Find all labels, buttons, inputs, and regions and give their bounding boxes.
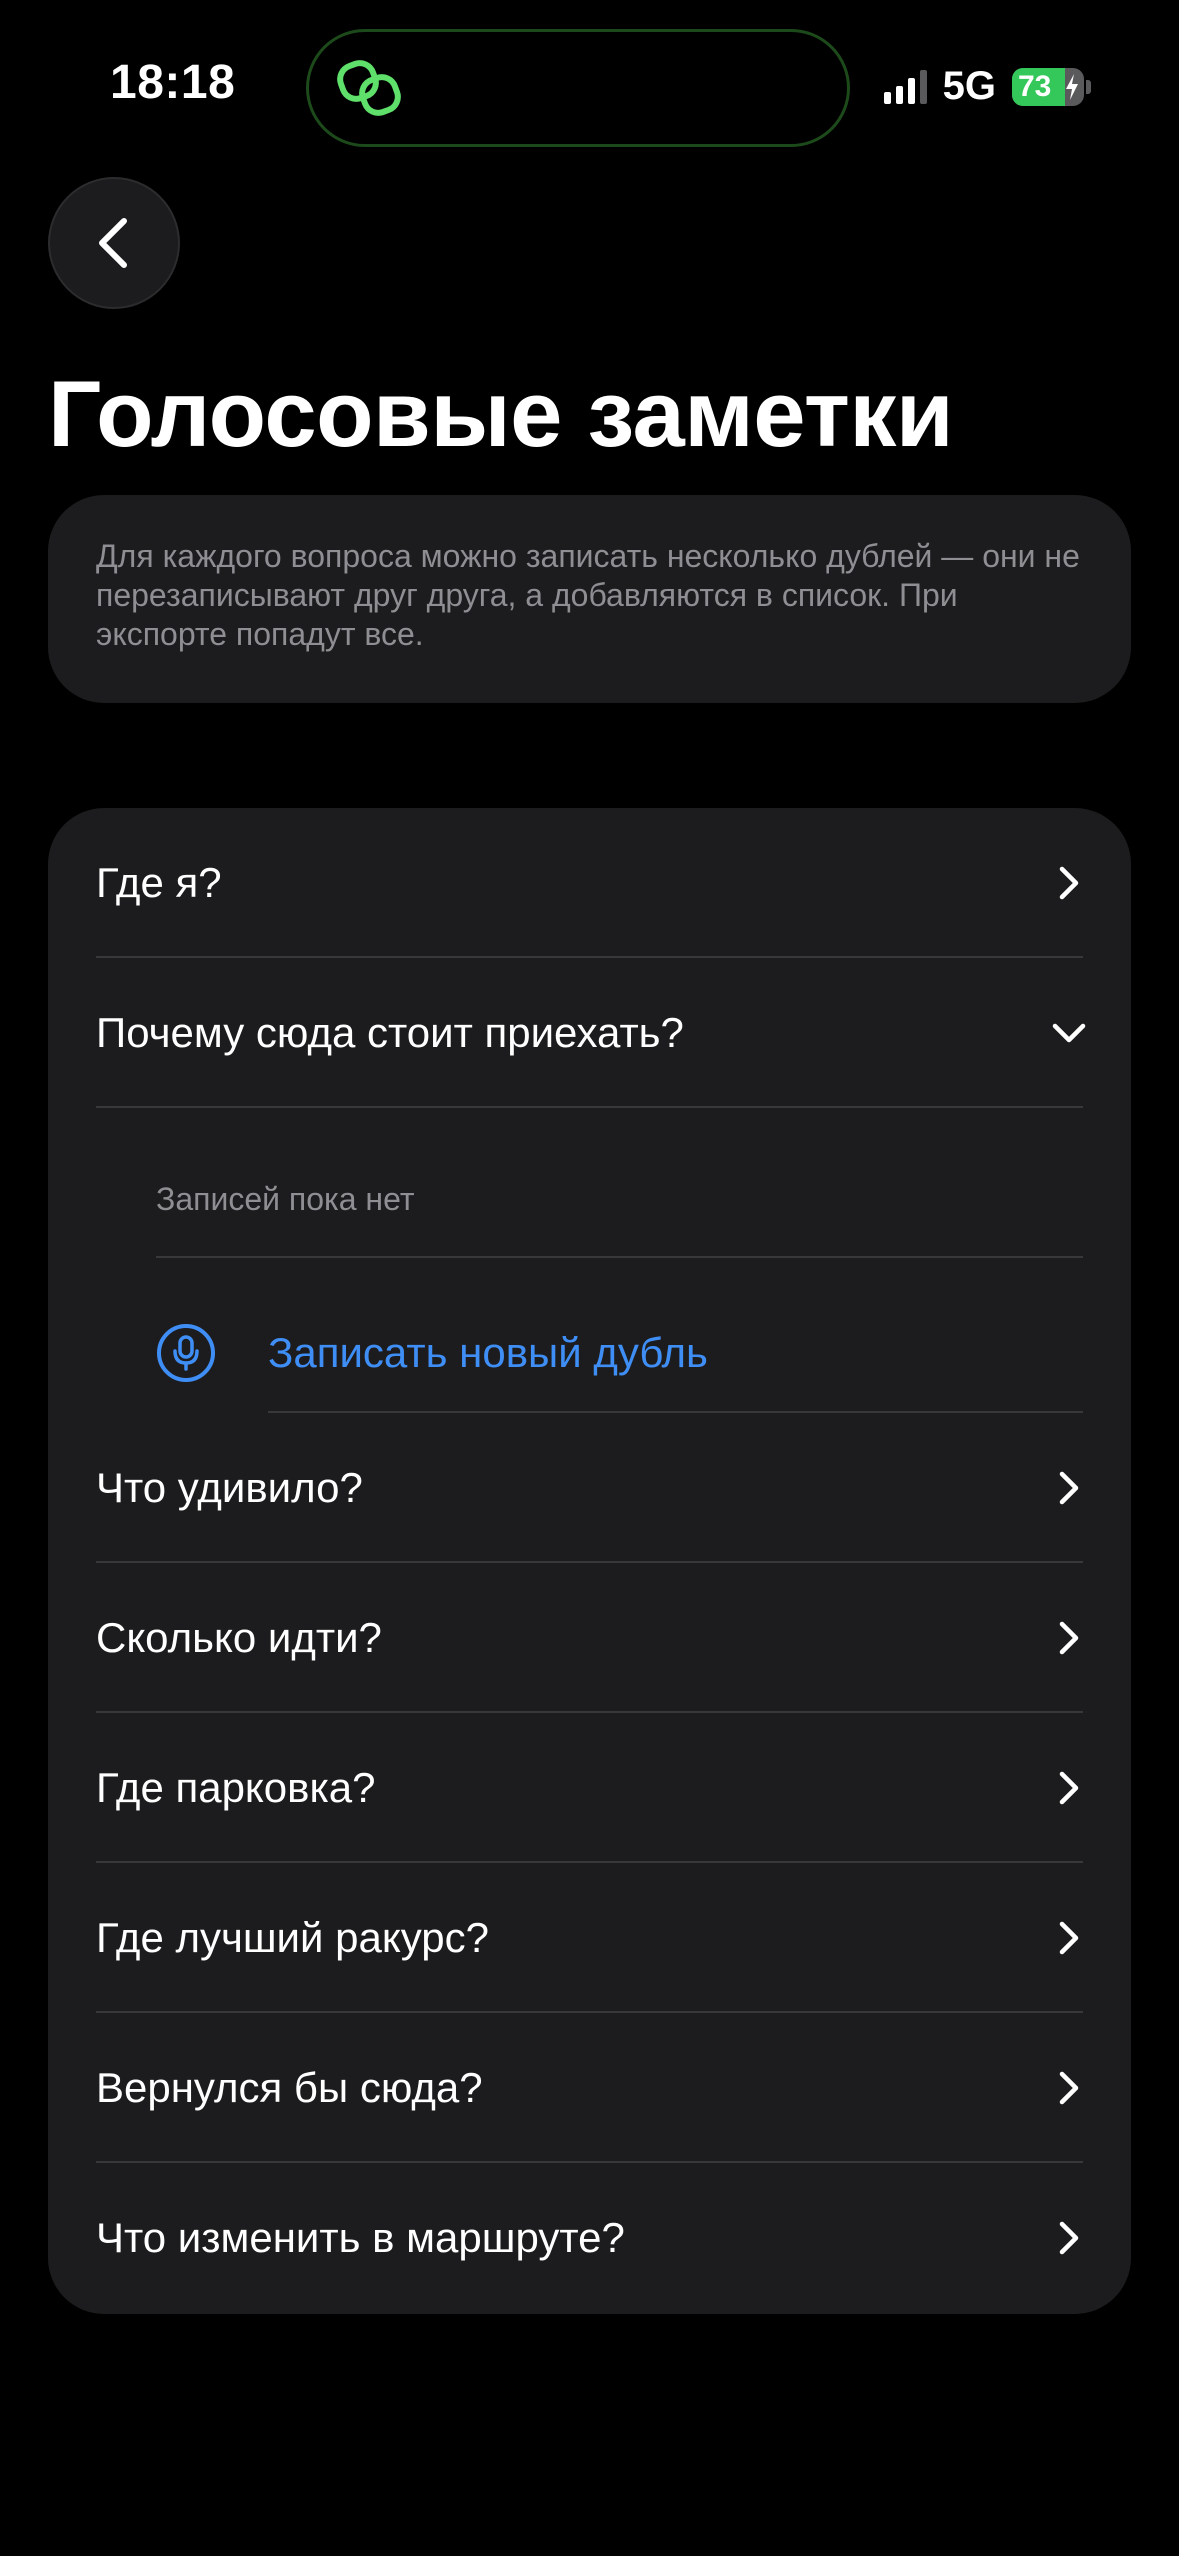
- microphone-icon: [157, 1324, 215, 1382]
- divider: [156, 1256, 1083, 1258]
- info-card: Для каждого вопроса можно записать неско…: [48, 495, 1131, 703]
- dynamic-island[interactable]: [306, 29, 850, 147]
- question-row[interactable]: Вернулся бы сюда?: [96, 2013, 1083, 2163]
- question-label: Вернулся бы сюда?: [96, 2064, 483, 2111]
- question-row-expanded[interactable]: Почему сюда стоит приехать?: [96, 958, 1086, 1108]
- question-row[interactable]: Где я?: [96, 808, 1083, 958]
- question-label: Где я?: [96, 859, 222, 906]
- status-time: 18:18: [110, 56, 236, 109]
- chevron-right-icon: [1059, 1771, 1079, 1805]
- question-label: Почему сюда стоит приехать?: [96, 1009, 684, 1056]
- questions-list: Где я? Почему сюда стоит приехать? Запис…: [48, 808, 1131, 2314]
- chevron-right-icon: [1059, 1921, 1079, 1955]
- info-text: Для каждого вопроса можно записать неско…: [96, 538, 1080, 652]
- network-type: 5G: [942, 64, 996, 108]
- chevron-right-icon: [1059, 1621, 1079, 1655]
- question-label: Сколько идти?: [96, 1614, 382, 1661]
- chevron-right-icon: [1059, 1471, 1079, 1505]
- chevron-right-icon: [1059, 866, 1079, 900]
- chevron-down-icon: [1052, 1023, 1086, 1043]
- status-indicators: 5G 73: [883, 64, 1091, 109]
- back-button[interactable]: [48, 177, 180, 309]
- record-new-take-button[interactable]: Записать новый дубль: [156, 1303, 1083, 1403]
- battery-percent: 73: [1018, 69, 1052, 103]
- linked-rings-icon: [337, 60, 401, 116]
- empty-recordings-label: Записей пока нет: [156, 1180, 415, 1217]
- question-row[interactable]: Где парковка?: [96, 1713, 1083, 1863]
- battery-cap: [1086, 79, 1091, 94]
- question-label: Что удивило?: [96, 1464, 363, 1511]
- signal-strength-icon: [883, 69, 927, 104]
- charging-bolt-icon: [1066, 73, 1078, 100]
- question-label: Что изменить в маршруте?: [96, 2214, 625, 2261]
- chevron-right-icon: [1059, 2221, 1079, 2255]
- divider: [96, 1106, 1083, 1108]
- battery-icon: 73: [1012, 67, 1084, 106]
- question-label: Где парковка?: [96, 1764, 376, 1811]
- chevron-right-icon: [1059, 2071, 1079, 2105]
- question-row[interactable]: Сколько идти?: [96, 1563, 1083, 1713]
- question-label: Где лучший ракурс?: [96, 1914, 489, 1961]
- page-title: Голосовые заметки: [48, 361, 954, 466]
- question-row[interactable]: Где лучший ракурс?: [96, 1863, 1083, 2013]
- question-row[interactable]: Что изменить в маршруте?: [96, 2163, 1083, 2313]
- chevron-left-icon: [99, 218, 127, 268]
- question-row[interactable]: Что удивило?: [96, 1413, 1083, 1563]
- record-new-take-label: Записать новый дубль: [268, 1329, 708, 1376]
